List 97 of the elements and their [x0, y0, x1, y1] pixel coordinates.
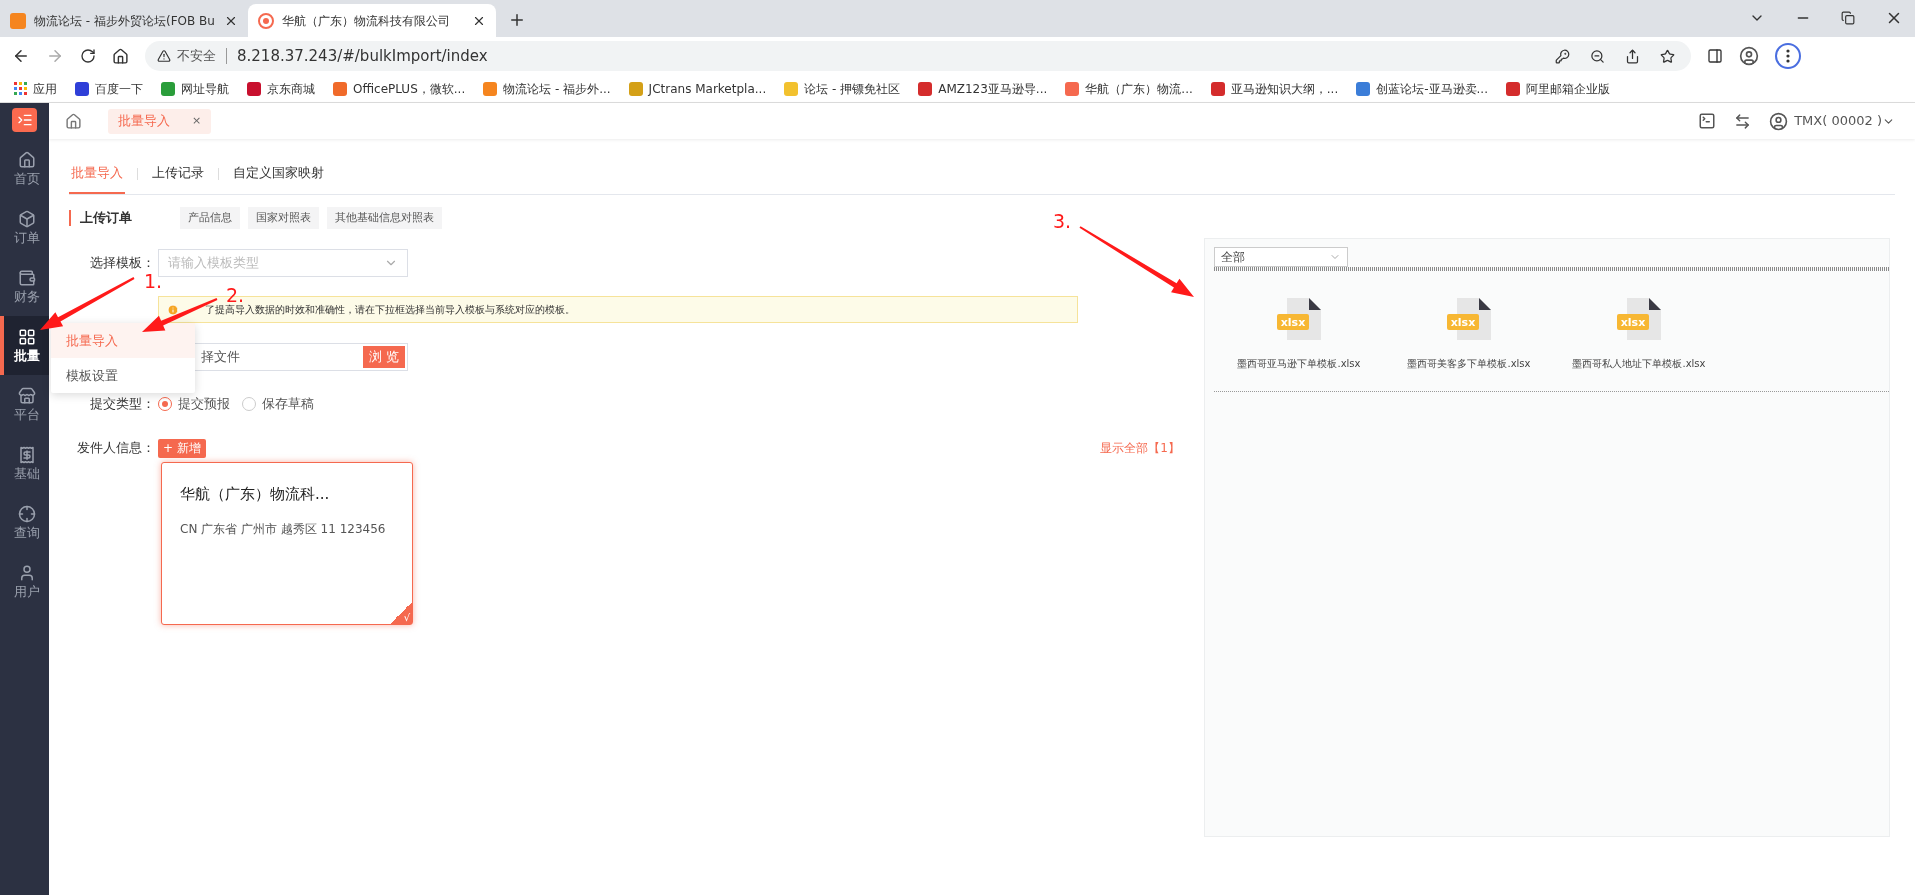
- page-tab[interactable]: 批量导入 ×: [108, 108, 212, 134]
- star-icon[interactable]: [1660, 48, 1675, 64]
- file-name: 墨西哥美客多下单模板.xlsx: [1407, 357, 1531, 371]
- sidebar-item[interactable]: 批量: [0, 316, 49, 375]
- apps-grid-icon: [14, 82, 27, 95]
- template-filter-select[interactable]: 全部: [1214, 247, 1348, 267]
- user-icon: [1769, 111, 1789, 131]
- bookmark-item[interactable]: 亚马逊知识大纲，...: [1210, 79, 1339, 98]
- sidebar-item[interactable]: 平台: [0, 375, 49, 434]
- security-label: 不安全: [177, 47, 216, 66]
- bookmark-favicon: [628, 81, 643, 96]
- reference-tab[interactable]: 产品信息: [180, 207, 240, 229]
- zoom-out-icon[interactable]: [1590, 48, 1605, 64]
- reference-tab[interactable]: 国家对照表: [248, 207, 319, 229]
- back-icon[interactable]: [12, 47, 30, 65]
- field-label: 发件人信息：: [76, 439, 155, 458]
- radio-option[interactable]: 保存草稿: [242, 394, 314, 414]
- receipt-icon: [17, 445, 36, 464]
- field-label: 选择模板：: [89, 254, 155, 273]
- menu-toggle-button[interactable]: [12, 108, 37, 132]
- sidebar-item[interactable]: 查询: [0, 493, 49, 552]
- bookmark-item[interactable]: 华航（广东）物流...: [1065, 79, 1193, 98]
- tab-title: 物流论坛 - 福步外贸论坛(FOB Bu: [34, 12, 216, 30]
- box-icon: [17, 209, 36, 228]
- sender-address: CN 广东省 广州市 越秀区 11 123456: [180, 520, 387, 538]
- bookmark-favicon: [333, 81, 347, 96]
- sidebar-item[interactable]: 基础: [0, 434, 49, 493]
- grid-icon: [17, 327, 36, 346]
- key-icon[interactable]: [1555, 48, 1570, 64]
- switch-icon[interactable]: [1734, 112, 1752, 130]
- selected-corner-mark: √: [390, 602, 412, 624]
- sidebar-item[interactable]: 用户: [0, 552, 49, 611]
- browser-tab[interactable]: 华航（广东）物流科技有限公司: [248, 4, 496, 37]
- bookmark-item[interactable]: OfficePLUS，微软...: [333, 79, 466, 98]
- bookmark-item[interactable]: AMZ123亚马逊导...: [918, 79, 1048, 98]
- address-bar[interactable]: 不安全 8.218.37.243/#/bulkImport/index: [145, 41, 1691, 71]
- side-panel-icon[interactable]: [1707, 48, 1723, 64]
- user-menu[interactable]: TMX( 00002 ): [1794, 111, 1895, 131]
- warning-icon: [157, 49, 171, 63]
- crosshair-icon: [17, 504, 36, 523]
- more-icon: [1786, 49, 1790, 63]
- profile-icon[interactable]: [1739, 46, 1759, 66]
- bookmark-item[interactable]: 网址导航: [161, 79, 229, 98]
- sidebar-item[interactable]: 首页: [0, 139, 49, 198]
- wallet-icon: [17, 268, 36, 287]
- content-tab[interactable]: 上传记录: [150, 154, 206, 194]
- bookmark-favicon: [1210, 81, 1225, 96]
- terminal-icon[interactable]: [1698, 112, 1717, 130]
- bookmark-favicon: [918, 81, 933, 96]
- bookmark-item[interactable]: 论坛 - 押镖免社区: [784, 79, 901, 98]
- file-name: 墨西哥私人地址下单模板.xlsx: [1572, 357, 1706, 371]
- info-icon: [167, 303, 179, 316]
- menu-icon: [16, 112, 33, 128]
- section-title: 上传订单: [80, 209, 133, 228]
- template-file[interactable]: xlsx 墨西哥美客多下单模板.xlsx: [1384, 298, 1554, 371]
- store-icon: [17, 386, 36, 405]
- bookmark-favicon: [247, 81, 261, 96]
- bookmark-item[interactable]: 京东商城: [247, 79, 315, 98]
- template-file[interactable]: xlsx 墨西哥亚马逊下单模板.xlsx: [1214, 298, 1384, 371]
- step-number: 2.: [226, 286, 245, 305]
- bookmark-item[interactable]: 阿里邮箱企业版: [1506, 79, 1610, 98]
- sidebar-item[interactable]: 财务: [0, 257, 49, 316]
- bookmark-favicon: [1506, 81, 1520, 96]
- bookmark-favicon: [1356, 81, 1371, 96]
- url-text: 8.218.37.243/#/bulkImport/index: [237, 45, 488, 67]
- site-favicon: [10, 12, 26, 29]
- sender-name: 华航（广东）物流科...: [180, 484, 331, 505]
- bookmark-favicon: [75, 81, 89, 96]
- bookmark-item[interactable]: 应用: [14, 79, 57, 98]
- tab-title: 华航（广东）物流科技有限公司: [282, 12, 451, 30]
- bookmark-favicon: [1065, 81, 1080, 96]
- new-tab-icon[interactable]: [508, 11, 526, 29]
- site-favicon: [258, 12, 274, 29]
- bookmark-favicon: [483, 81, 498, 96]
- share-icon[interactable]: [1625, 48, 1640, 64]
- file-name: 墨西哥亚马逊下单模板.xlsx: [1237, 357, 1361, 371]
- home-icon[interactable]: [112, 47, 129, 65]
- bookmark-favicon: [161, 81, 175, 96]
- menu-button[interactable]: [1775, 43, 1801, 69]
- bookmark-item[interactable]: 创蓝论坛-亚马逊卖...: [1356, 79, 1488, 98]
- bookmark-favicon: [784, 81, 799, 96]
- template-file[interactable]: xlsx 墨西哥私人地址下单模板.xlsx: [1554, 298, 1724, 371]
- bookmark-item[interactable]: 百度一下: [75, 79, 143, 98]
- content-tab[interactable]: 自定义国家映射: [231, 154, 326, 194]
- notice-text: 了提高导入数据的时效和准确性，请在下拉框选择当前导入模板与系统对应的模板。: [205, 303, 575, 317]
- house-icon: [17, 150, 36, 169]
- sender-card[interactable]: 华航（广东）物流科... CN 广东省 广州市 越秀区 11 123456 √: [161, 462, 413, 625]
- bookmark-item[interactable]: JCtrans Marketpla...: [628, 79, 767, 98]
- sidebar-item[interactable]: 订单: [0, 198, 49, 257]
- close-icon[interactable]: ×: [192, 112, 202, 130]
- step-number: 3.: [1053, 212, 1072, 231]
- reload-icon[interactable]: [80, 48, 96, 64]
- radio-option[interactable]: 提交预报: [158, 394, 230, 414]
- bookmark-item[interactable]: 物流论坛 - 福步外...: [483, 79, 611, 98]
- restore-icon[interactable]: [1841, 11, 1855, 25]
- field-label: 提交类型：: [89, 395, 155, 414]
- reference-tab[interactable]: 其他基础信息对照表: [327, 207, 442, 229]
